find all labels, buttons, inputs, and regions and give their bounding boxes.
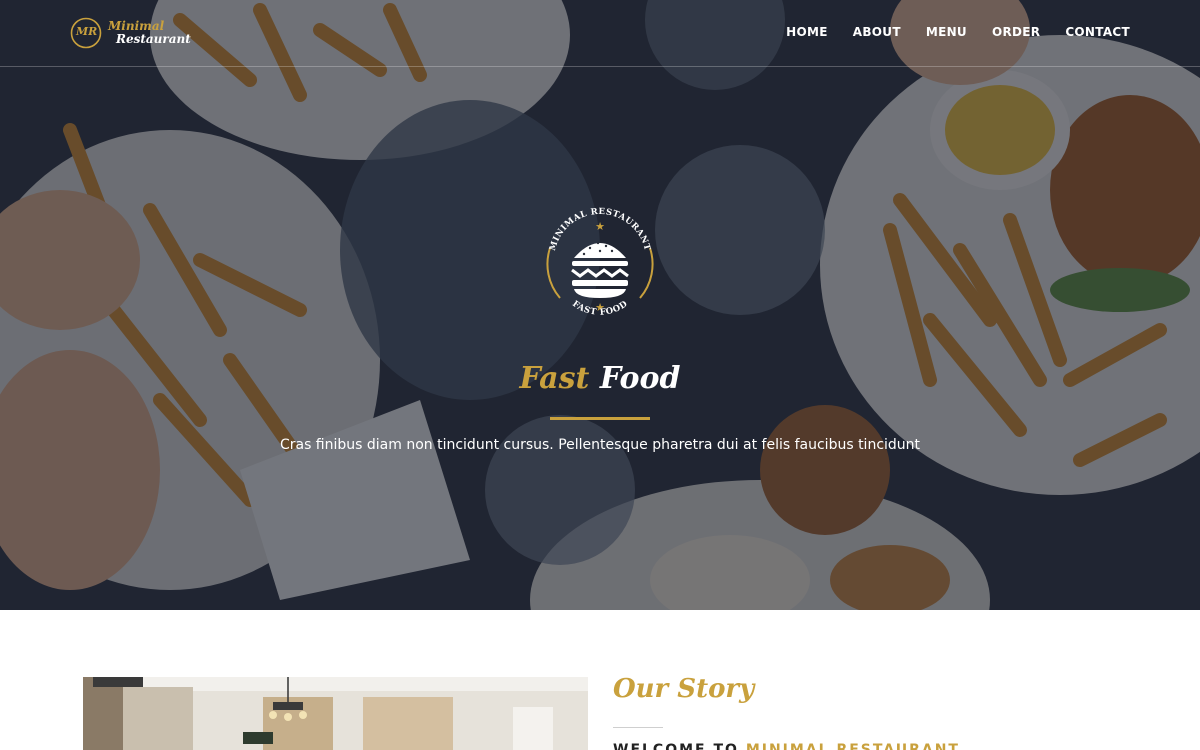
logo-monogram-text: MR — [76, 25, 98, 38]
hero-subtitle: Cras finibus diam non tincidunt cursus. … — [279, 437, 921, 453]
logo-wordmark: Minimal Restaurant — [108, 20, 191, 46]
main-nav: HOME ABOUT MENU ORDER CONTACT — [761, 25, 1130, 39]
restaurant-interior-image — [83, 677, 588, 750]
story-welcome-prefix: WELCOME TO — [613, 742, 739, 750]
fast-food-emblem: MINIMAL RESTAURANT ★ ★ FAST FOOD — [546, 207, 654, 318]
logo-line2: Restaurant — [116, 32, 191, 46]
nav-item-home[interactable]: HOME — [786, 25, 828, 39]
story-welcome-heading: WELCOME TO MINIMAL RESTAURANT — [613, 742, 960, 750]
site-logo[interactable]: MR Minimal Restaurant — [70, 15, 191, 51]
nav-item-about[interactable]: ABOUT — [853, 25, 901, 39]
nav-item-contact[interactable]: CONTACT — [1065, 25, 1130, 39]
page: MR Minimal Restaurant HOME ABOUT MENU OR… — [0, 0, 1200, 750]
nav-item-order[interactable]: ORDER — [992, 25, 1040, 39]
star-icon: ★ — [595, 220, 605, 233]
site-header: MR Minimal Restaurant HOME ABOUT MENU OR… — [0, 0, 1200, 67]
hero-title-part2: Food — [599, 361, 681, 396]
burger-icon — [571, 241, 629, 298]
hero-title: Fast Food — [0, 361, 1200, 396]
hero-title-part1: Fast — [519, 361, 590, 396]
nav-item-menu[interactable]: MENU — [926, 25, 967, 39]
hero-section: MR Minimal Restaurant HOME ABOUT MENU OR… — [0, 0, 1200, 610]
story-welcome-highlight: MINIMAL RESTAURANT — [745, 742, 960, 750]
hero-divider — [550, 417, 650, 420]
story-divider — [613, 727, 663, 728]
story-title: Our Story — [613, 674, 755, 704]
